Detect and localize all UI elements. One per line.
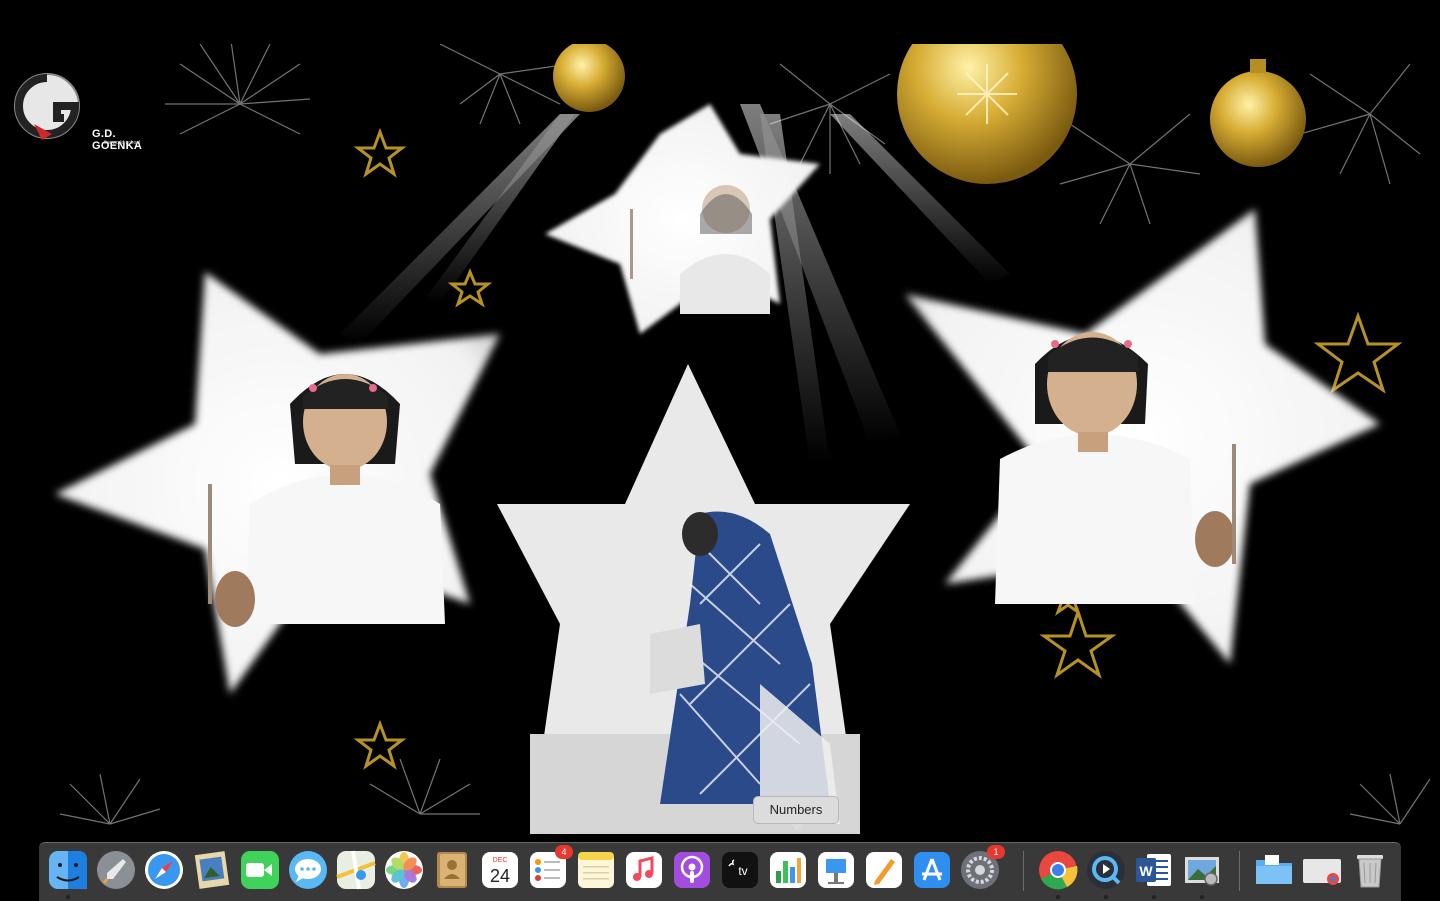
preview-icon [194,851,230,889]
dock-item-reminders[interactable]: 4 [527,845,573,891]
dock-item-preview[interactable] [191,849,233,891]
dock-item-quicktime[interactable] [1085,849,1127,899]
launchpad-icon [97,851,135,889]
dock-item-numbers[interactable] [767,849,809,891]
keynote-icon [818,852,854,888]
finder-icon [49,851,87,889]
maps-icon [336,850,376,890]
pages-icon [866,852,902,888]
tv-icon: tv [722,852,758,888]
school-logo-icon [14,73,80,140]
notification-badge: 4 [555,845,573,859]
podcasts-icon [674,852,710,888]
dock-item-safari[interactable] [143,849,185,891]
word-label: W [1139,863,1153,879]
dock-item-podcasts[interactable] [671,849,713,891]
dock-item-chrome[interactable] [1037,849,1079,899]
dock-item-launchpad[interactable] [95,849,137,891]
tv-label: tv [738,864,747,878]
running-indicator [1200,895,1204,899]
calendar-icon: DEC 24 [482,852,518,888]
dock-item-app-store[interactable] [911,849,953,891]
contacts-icon [437,852,467,888]
safari-icon [145,851,183,889]
star-frame-left [55,272,500,694]
video-feed: G.D. GOENKA the world school [0,44,1440,856]
running-indicator [66,895,70,899]
dock-item-trash[interactable] [1349,849,1391,891]
notification-badge: 1 [987,845,1005,859]
notes-icon [578,852,614,888]
word-icon: W [1136,854,1171,886]
photos-icon [385,851,423,889]
dock-divider [1239,851,1240,891]
dock-item-contacts[interactable] [431,849,473,891]
dock-item-messages[interactable] [287,849,329,891]
dock-item-facetime[interactable] [239,849,281,891]
dock-item-chrome-apps[interactable] [1301,849,1343,891]
dock: DEC 24 4 tv 1 W [39,842,1401,901]
logo-subtext: the world school [104,140,141,146]
chrome-icon [1039,851,1078,890]
dock-item-pages[interactable] [863,849,905,891]
app-store-icon [914,852,950,888]
running-indicator [1056,895,1060,899]
chrome-apps-icon [1303,859,1341,885]
trash-icon [1357,855,1383,888]
dock-item-tv[interactable]: tv [719,849,761,891]
folder-icon [1256,855,1292,884]
facetime-icon [241,851,279,889]
school-logo: G.D. GOENKA the world school [12,66,162,152]
image-viewer-icon [1185,857,1219,886]
christmas-background [55,44,1431,834]
dock-item-keynote[interactable] [815,849,857,891]
calendar-month: DEC [493,857,508,864]
running-indicator [1104,895,1108,899]
messages-icon [289,851,327,889]
dock-divider [1023,851,1024,891]
quicktime-icon [1087,851,1125,889]
dock-item-downloads-folder[interactable] [1253,849,1295,891]
dock-tooltip: Numbers [753,796,839,830]
dock-item-notes[interactable] [575,849,617,891]
music-icon [626,852,662,888]
numbers-icon [770,852,806,888]
dock-item-photos[interactable] [383,849,425,891]
dock-item-word[interactable]: W [1133,849,1175,899]
dock-item-finder[interactable] [47,849,89,899]
running-indicator [1152,895,1156,899]
dock-item-system-preferences[interactable]: 1 [959,845,1005,891]
dock-item-maps[interactable] [335,849,377,891]
dock-item-music[interactable] [623,849,665,891]
dock-item-calendar[interactable]: DEC 24 [479,849,521,891]
dock-item-image-viewer[interactable] [1181,849,1223,899]
calendar-day: 24 [490,866,510,886]
